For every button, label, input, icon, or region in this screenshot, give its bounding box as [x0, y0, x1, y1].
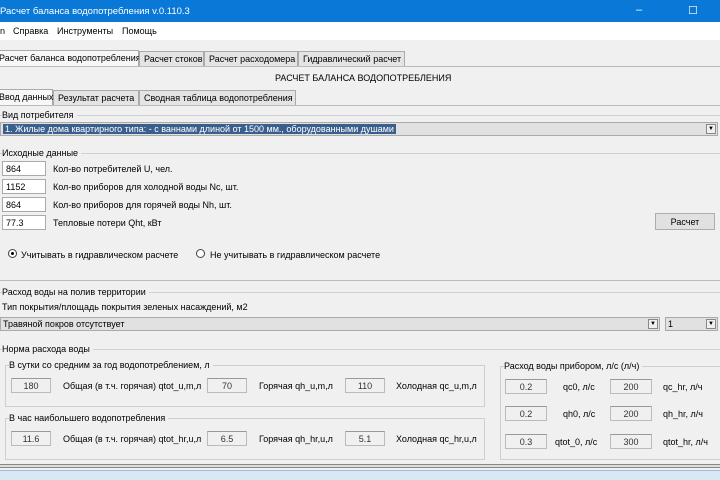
qh-u-value: 70 — [207, 378, 247, 393]
subtab-summary[interactable]: Сводная таблица водопотребления — [139, 90, 296, 106]
qtot-u-value: 180 — [11, 378, 51, 393]
qtot-u-label: Общая (в т.ч. горячая) qtot_u,m,л — [63, 381, 202, 391]
calculate-button[interactable]: Расчет — [655, 213, 715, 230]
menu-file[interactable]: n — [0, 26, 5, 36]
subtab-result[interactable]: Результат расчета — [53, 90, 139, 106]
qtot-hr-value: 11.6 — [11, 431, 51, 446]
qh-hr-device-label: qh_hr, л/ч — [663, 409, 703, 419]
hot-devices-input[interactable]: 864 — [2, 197, 46, 212]
users-input[interactable]: 864 — [2, 161, 46, 176]
menu-bar: n Справка Инструменты Помощь — [0, 22, 720, 40]
tab-flowmeter[interactable]: Расчет расходомера — [204, 51, 298, 67]
menu-tools[interactable]: Инструменты — [57, 26, 113, 36]
input-group-label: Исходные данные — [2, 148, 82, 158]
consumer-value: 1. Жилые дома квартирного типа: - с ванн… — [3, 124, 396, 134]
tab-balance[interactable]: Расчет баланса водопотребления — [0, 50, 141, 66]
coverage-label: Тип покрытия/площадь покрытия зеленых на… — [2, 302, 248, 312]
consumer-select[interactable]: 1. Жилые дома квартирного типа: - с ванн… — [0, 122, 718, 136]
subtab-input[interactable]: Ввод данных — [0, 89, 53, 105]
norm-group-label: Норма расхода воды — [2, 344, 93, 354]
qh-hr-value: 6.5 — [207, 431, 247, 446]
qh-hr-device-value: 200 — [610, 406, 652, 421]
qtot0-label: qtot_0, л/с — [555, 437, 598, 447]
qc0-value: 0.2 — [505, 379, 547, 394]
hot-devices-label: Кол-во приборов для горячей воды Nh, шт. — [53, 200, 232, 210]
tab-hydraulic[interactable]: Гидравлический расчет — [298, 51, 405, 67]
qtot-hr-label: Общая (в т.ч. горячая) qtot_hr,u,л — [63, 434, 202, 444]
status-bar — [0, 470, 720, 480]
qh-u-label: Горячая qh_u,m,л — [259, 381, 333, 391]
qh0-label: qh0, л/с — [563, 409, 596, 419]
consumer-group-label: Вид потребителя — [2, 110, 77, 120]
menu-help[interactable]: Помощь — [122, 26, 157, 36]
watering-group-label: Расход воды на полив территории — [2, 287, 149, 297]
title-bar: Расчет баланса водопотребления v.0.110.3… — [0, 0, 720, 22]
cold-devices-label: Кол-во приборов для холодной воды Nc, шт… — [53, 182, 239, 192]
window-title: Расчет баланса водопотребления v.0.110.3 — [0, 6, 190, 17]
minimize-button[interactable]: – — [636, 4, 642, 16]
qtot-hr-device-value: 300 — [610, 434, 652, 449]
qc-hr-device-label: qc_hr, л/ч — [663, 382, 703, 392]
qtot-hr-device-label: qtot_hr, л/ч — [663, 437, 708, 447]
chevron-down-icon[interactable]: ▼ — [648, 319, 658, 329]
device-group-label: Расход воды прибором, л/с (л/ч) — [504, 361, 643, 371]
qc-u-value: 110 — [345, 378, 385, 393]
coverage-value: Травяной покров отсутствует — [3, 319, 125, 329]
qc-hr-device-value: 200 — [610, 379, 652, 394]
daily-group-label: В сутки со средним за год водопотреблени… — [9, 360, 213, 370]
chevron-down-icon[interactable]: ▼ — [706, 319, 716, 329]
tab-drains[interactable]: Расчет стоков — [139, 51, 204, 67]
exclude-label[interactable]: Не учитывать в гидравлическом расчете — [210, 250, 380, 260]
include-radio[interactable] — [8, 249, 17, 258]
qtot0-value: 0.3 — [505, 434, 547, 449]
qh0-value: 0.2 — [505, 406, 547, 421]
hourly-group-label: В час наибольшего водопотребления — [9, 413, 169, 423]
coverage-count-value: 1 — [668, 319, 674, 329]
page-title: РАСЧЕТ БАЛАНСА ВОДОПОТРЕБЛЕНИЯ — [275, 73, 452, 83]
exclude-radio[interactable] — [196, 249, 205, 258]
users-label: Кол-во потребителей U, чел. — [53, 164, 173, 174]
menu-help-ref[interactable]: Справка — [13, 26, 48, 36]
include-label[interactable]: Учитывать в гидравлическом расчете — [21, 250, 178, 260]
qc-u-label: Холодная qc_u,m,л — [396, 381, 477, 391]
heat-loss-input[interactable]: 77.3 — [2, 215, 46, 230]
qc0-label: qc0, л/с — [563, 382, 595, 392]
qh-hr-label: Горячая qh_hr,u,л — [259, 434, 333, 444]
qc-hr-value: 5.1 — [345, 431, 385, 446]
chevron-down-icon[interactable]: ▼ — [706, 124, 716, 134]
qc-hr-label: Холодная qc_hr,u,л — [396, 434, 477, 444]
maximize-button[interactable]: ☐ — [688, 4, 698, 17]
heat-loss-label: Тепловые потери Qht, кВт — [53, 218, 162, 228]
splitter[interactable] — [0, 464, 720, 468]
coverage-count-select[interactable]: 1 ▼ — [665, 317, 718, 331]
cold-devices-input[interactable]: 1152 — [2, 179, 46, 194]
coverage-select[interactable]: Травяной покров отсутствует ▼ — [0, 317, 660, 331]
